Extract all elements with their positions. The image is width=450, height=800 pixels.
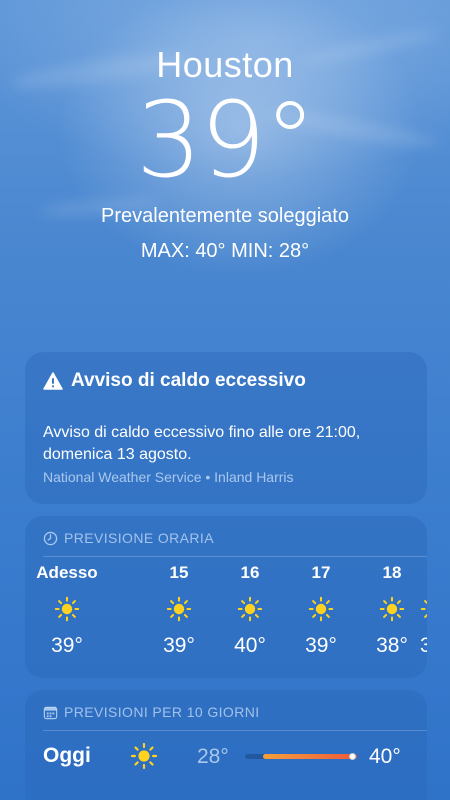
sun-icon bbox=[166, 596, 192, 622]
weather-condition: Prevalentemente soleggiato bbox=[101, 205, 349, 227]
alert-description: Avviso di caldo eccessivo fino alle ore … bbox=[43, 424, 361, 463]
hour-item: 18 38° bbox=[360, 560, 424, 658]
warning-triangle-icon bbox=[43, 372, 63, 390]
hour-label: 16 bbox=[240, 563, 260, 582]
hour-temperature: 40° bbox=[234, 634, 266, 657]
day-row-today[interactable]: Oggi 28° 40° bbox=[25, 736, 427, 776]
ten-day-forecast-header: PREVISIONI PER 10 GIORNI bbox=[43, 704, 260, 720]
hour-temperature: 39° bbox=[305, 634, 337, 657]
day-min-temperature: 28° bbox=[197, 745, 229, 768]
hourly-list[interactable]: Adesso 39° 15 39° 16 40° 17 39° 18 38° 3 bbox=[25, 560, 427, 678]
sun-icon bbox=[420, 596, 427, 622]
hour-label: 18 bbox=[382, 563, 402, 582]
hour-label: 15 bbox=[169, 563, 189, 582]
hour-temperature: 39° bbox=[163, 634, 195, 657]
high-low-temperatures: MAX: 40° MIN: 28° bbox=[140, 240, 310, 262]
sun-icon bbox=[130, 742, 158, 770]
sun-icon bbox=[308, 596, 334, 622]
hour-item: 16 40° bbox=[218, 560, 282, 658]
clock-icon bbox=[43, 531, 58, 545]
sun-icon bbox=[379, 596, 405, 622]
hour-label: Adesso bbox=[36, 563, 98, 582]
current-temperature-dot bbox=[349, 753, 356, 760]
current-temperature: 39° bbox=[135, 79, 316, 201]
day-name: Oggi bbox=[43, 744, 91, 767]
hour-temperature: 3 bbox=[420, 634, 427, 657]
alert-title: Avviso di caldo eccessivo bbox=[71, 370, 306, 391]
temperature-range-bar bbox=[245, 753, 357, 760]
sun-icon bbox=[237, 596, 263, 622]
ten-day-forecast-title: PREVISIONI PER 10 GIORNI bbox=[64, 704, 260, 720]
divider bbox=[43, 556, 427, 557]
temperature-range-fill bbox=[263, 754, 357, 759]
sun-icon bbox=[54, 596, 80, 622]
hour-item: 17 39° bbox=[289, 560, 353, 658]
hour-item: 15 39° bbox=[147, 560, 211, 658]
hourly-forecast-header: PREVISIONE ORARIA bbox=[43, 530, 214, 546]
alert-title-row: Avviso di caldo eccessivo bbox=[43, 370, 306, 392]
day-max-temperature: 40° bbox=[369, 745, 401, 768]
ten-day-forecast-card[interactable]: PREVISIONI PER 10 GIORNI Oggi 28° 40° bbox=[25, 690, 427, 800]
hour-item: Adesso 39° bbox=[35, 560, 99, 658]
heat-alert-card[interactable]: Avviso di caldo eccessivo Avviso di cald… bbox=[25, 352, 427, 504]
hourly-forecast-card[interactable]: PREVISIONE ORARIA Adesso 39° 15 39° 16 4… bbox=[25, 516, 427, 678]
hourly-forecast-title: PREVISIONE ORARIA bbox=[64, 530, 214, 546]
hour-item-partial: 3 bbox=[420, 560, 427, 658]
calendar-icon bbox=[43, 706, 58, 719]
alert-source: National Weather Service • Inland Harris bbox=[43, 469, 294, 485]
divider bbox=[43, 730, 427, 731]
hour-temperature: 38° bbox=[376, 634, 408, 657]
hour-temperature: 39° bbox=[51, 634, 83, 657]
hour-label: 17 bbox=[311, 563, 331, 582]
hour-label bbox=[420, 562, 427, 584]
